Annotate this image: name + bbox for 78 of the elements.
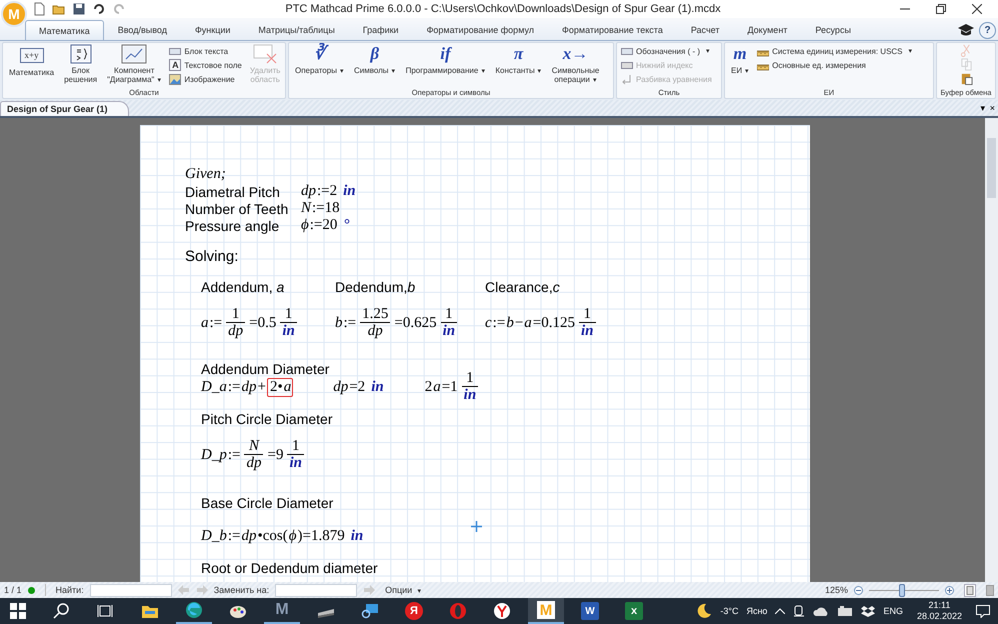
graduation-cap-icon[interactable] (957, 23, 975, 37)
clock-date[interactable]: 28.02.2022 (916, 611, 962, 622)
math-expression: dp=2 in (333, 378, 384, 396)
ribbon-tab[interactable]: Графики (348, 20, 413, 40)
clipboard-icon[interactable] (960, 72, 972, 85)
moon-icon (696, 603, 712, 619)
math-expression: dp:=2 in (301, 183, 356, 200)
tab-menu-icon[interactable]: ▾ (980, 103, 986, 113)
worksheet-text: Addendum Diameter (201, 361, 330, 377)
weather-text: Ясно (746, 606, 768, 616)
symbol-icon: m (733, 44, 747, 64)
symbol-icon: β (370, 44, 380, 64)
help-button[interactable]: ? (979, 22, 996, 38)
ribbon-button[interactable]: Основные ед. измерения (755, 58, 915, 72)
worksheet-text: Root or Dedendum diameter (201, 560, 378, 576)
save-icon[interactable] (72, 2, 86, 16)
worksheet-text: Pressure angle (185, 218, 280, 234)
zoom-slider[interactable] (869, 584, 939, 596)
ribbon-tab[interactable]: Ввод/вывод (104, 20, 181, 40)
worksheet-text: Dedendum,b (335, 279, 416, 295)
replace-field[interactable] (275, 584, 358, 596)
image-icon (169, 74, 182, 84)
page-view-icon[interactable] (964, 584, 976, 596)
ribbon-tab[interactable]: Ресурсы (801, 20, 865, 40)
worksheet-text: Addendum, a (201, 279, 284, 295)
worksheet-text: Clearance,c (485, 279, 560, 295)
math-expression: N:=18 (301, 200, 341, 217)
close-icon[interactable]: × (990, 103, 995, 113)
ribbon-tab[interactable]: Математика (25, 20, 104, 40)
ribbon-tab[interactable]: Форматирование формул (412, 20, 548, 40)
ribbon-tab[interactable]: Расчет (676, 20, 734, 40)
page-count: 1 / 1 (4, 585, 22, 595)
temperature: -3°C (720, 606, 738, 616)
undo-icon[interactable] (92, 2, 106, 16)
dropbox-icon[interactable] (861, 605, 876, 617)
worksheet-text: Pitch Circle Diameter (201, 411, 332, 427)
clock-time[interactable]: 21:11 (928, 600, 950, 611)
ribbon-button[interactable]: Блок текста (167, 44, 244, 58)
notification-icon[interactable] (976, 604, 990, 618)
crosshair-cursor-icon (471, 521, 482, 532)
worksheet-text: Number of Teeth (185, 200, 290, 216)
restore-icon[interactable] (936, 4, 946, 14)
zoom-out-icon[interactable] (854, 586, 863, 594)
chevron-up-icon[interactable] (775, 608, 786, 614)
close-icon[interactable] (972, 4, 982, 14)
document-tab[interactable]: Design of Spur Gear (1) (0, 101, 129, 116)
vertical-scrollbar[interactable] (985, 118, 998, 582)
math-expression: D_a:=dp+ 2•a (201, 376, 294, 398)
ribbon-tab[interactable]: Форматирование текста (548, 20, 677, 40)
ribbon-button[interactable]: Блок решения (60, 44, 102, 84)
worksheet-heading: Solving: (185, 248, 240, 265)
window-title: PTC Mathcad Prime 6.0.0.0 - C:\Users\Ochkov\Downloads\Design of Spur Gear (1).mcdx (284, 3, 722, 15)
math-region-icon: x+y (20, 48, 44, 63)
ribbon-button[interactable]: A Текстовое поле (167, 58, 244, 72)
find-field[interactable] (90, 584, 172, 596)
replace-label: Заменить на: (214, 585, 270, 595)
language-indicator[interactable]: ENG (883, 606, 903, 616)
ribbon-tab[interactable]: Матрицы/таблицы (244, 20, 349, 40)
worksheet-text: Given; (185, 166, 227, 183)
ribbon-tab[interactable]: Функции (180, 20, 244, 40)
slider-thumb[interactable] (898, 584, 905, 596)
text-field-icon: A (169, 59, 182, 71)
zoom-in-icon[interactable] (945, 586, 954, 594)
ribbon-button[interactable]: Изображение (167, 72, 244, 86)
symbol-icon: if (440, 44, 451, 64)
ribbon-tab[interactable]: Документ (733, 20, 802, 40)
line-break-icon (621, 74, 633, 84)
worksheet-text: Base Circle Diameter (201, 495, 334, 511)
math-expression: ϕ:=20 ° (301, 217, 350, 234)
new-document-icon[interactable] (32, 2, 46, 16)
ribbon-button[interactable]: x+y Математика (5, 44, 58, 77)
zoom-level: 125% (824, 585, 848, 595)
cloud-icon[interactable] (813, 606, 830, 616)
symbol-icon: π (514, 44, 524, 64)
math-expression: D_b:=dp•cos(ϕ)=1.879 in (201, 528, 364, 545)
worksheet-text: Diametral Pitch (185, 184, 281, 200)
find-label: Найти: (56, 585, 84, 595)
symbol-icon: x→ (562, 44, 588, 64)
